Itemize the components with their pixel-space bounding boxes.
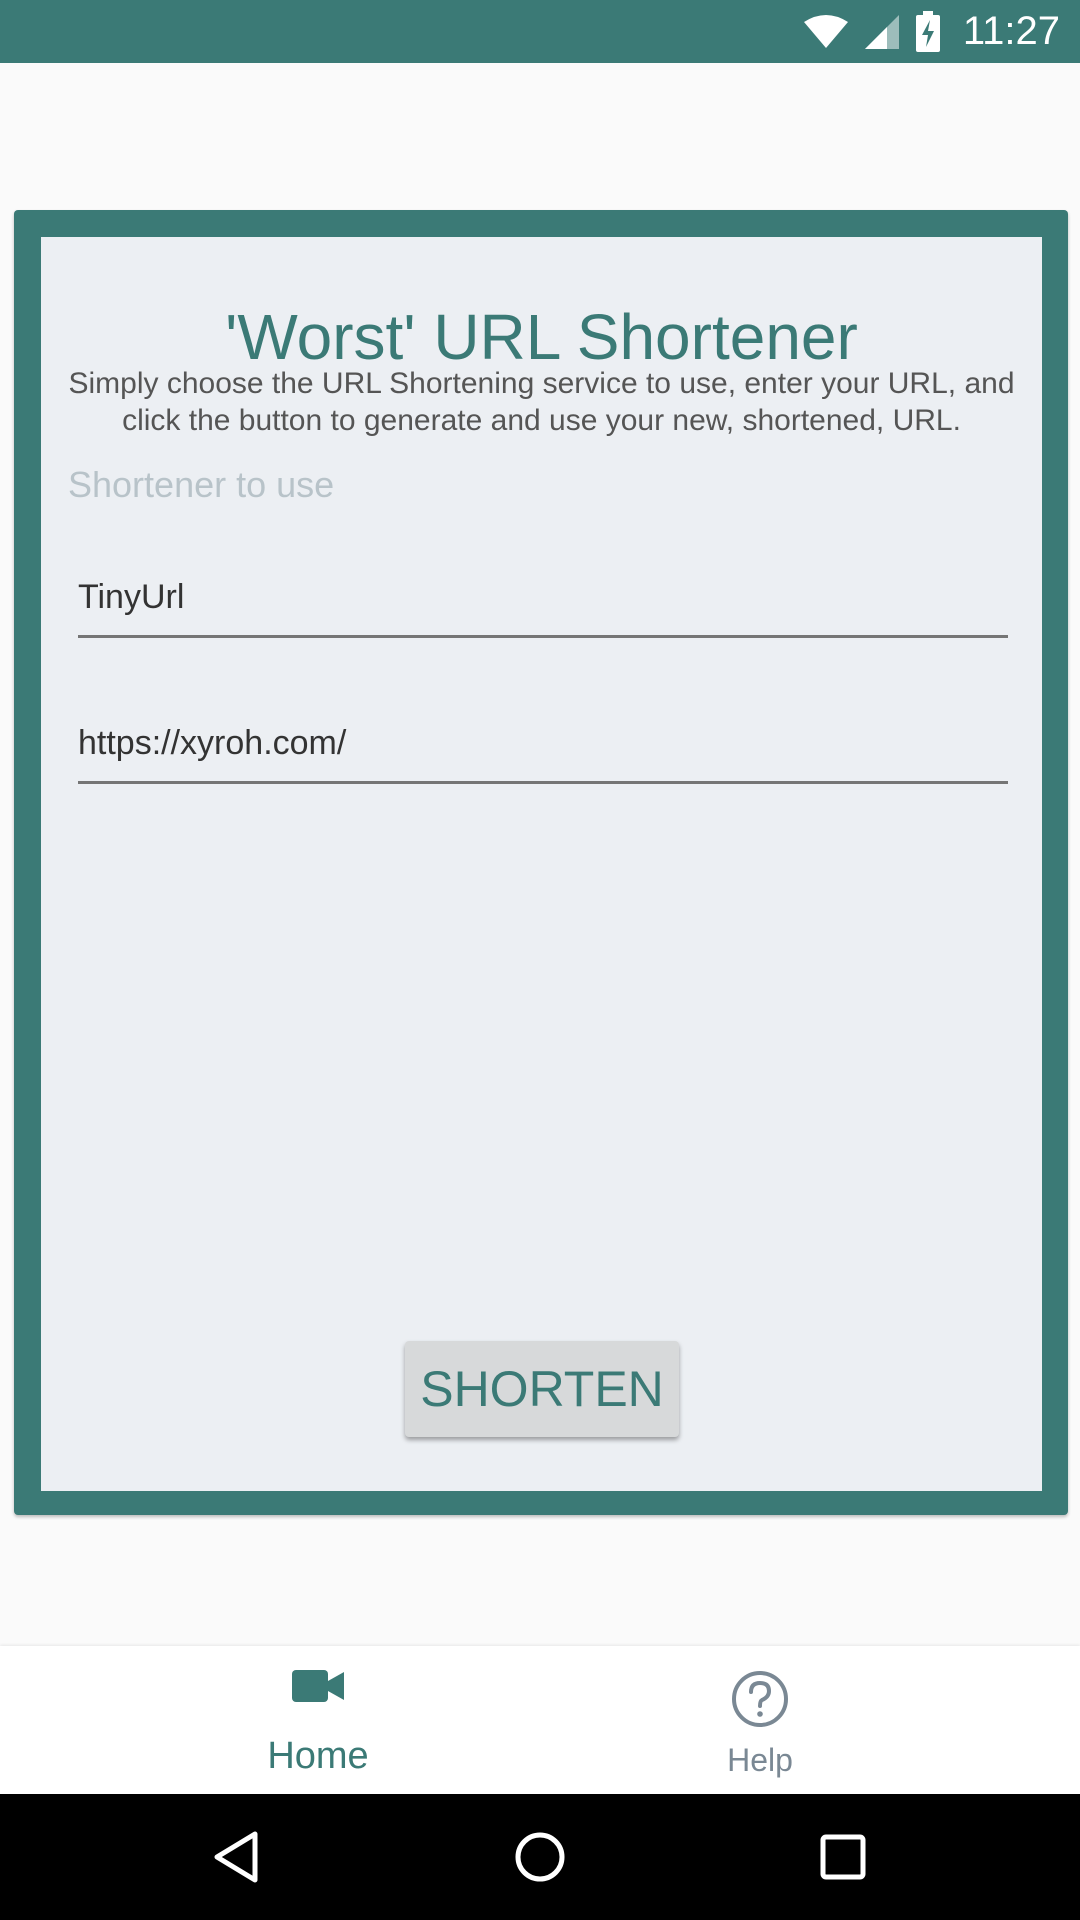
system-navigation-bar	[0, 1794, 1080, 1920]
battery-charging-icon	[915, 10, 941, 53]
video-camera-icon	[168, 1670, 468, 1702]
nav-label-home: Home	[267, 1735, 369, 1777]
page-description: Simply choose the URL Shortening service…	[68, 367, 1015, 437]
url-input-value: https://xyroh.com/	[78, 724, 347, 762]
home-icon[interactable]	[510, 1827, 570, 1887]
nav-item-home[interactable]: Home	[168, 1646, 468, 1794]
status-time: 11:27	[962, 9, 1060, 53]
shorten-button[interactable]: SHORTEN	[405, 1341, 679, 1437]
shortener-card-content: 'Worst' URL Shortener Simply choose the …	[41, 237, 1042, 1491]
help-circle-icon	[610, 1670, 910, 1728]
shortener-card: 'Worst' URL Shortener Simply choose the …	[14, 210, 1068, 1515]
shortener-select-value: TinyUrl	[78, 578, 185, 616]
url-input[interactable]: https://xyroh.com/	[78, 711, 1008, 784]
shortener-label: Shortener to use	[68, 464, 335, 505]
bottom-navigation: Home Help	[0, 1646, 1080, 1794]
nav-label-help: Help	[727, 1742, 793, 1778]
status-icons: 11:27	[803, 0, 1060, 63]
status-bar: 11:27	[0, 0, 1080, 63]
page-title: 'Worst' URL Shortener	[225, 301, 858, 373]
wifi-icon	[803, 14, 849, 50]
cell-signal-icon	[863, 13, 901, 51]
shortener-select[interactable]: TinyUrl	[78, 565, 1008, 638]
nav-item-help[interactable]: Help	[610, 1646, 910, 1794]
back-icon[interactable]	[206, 1827, 266, 1887]
recents-icon[interactable]	[813, 1827, 873, 1887]
